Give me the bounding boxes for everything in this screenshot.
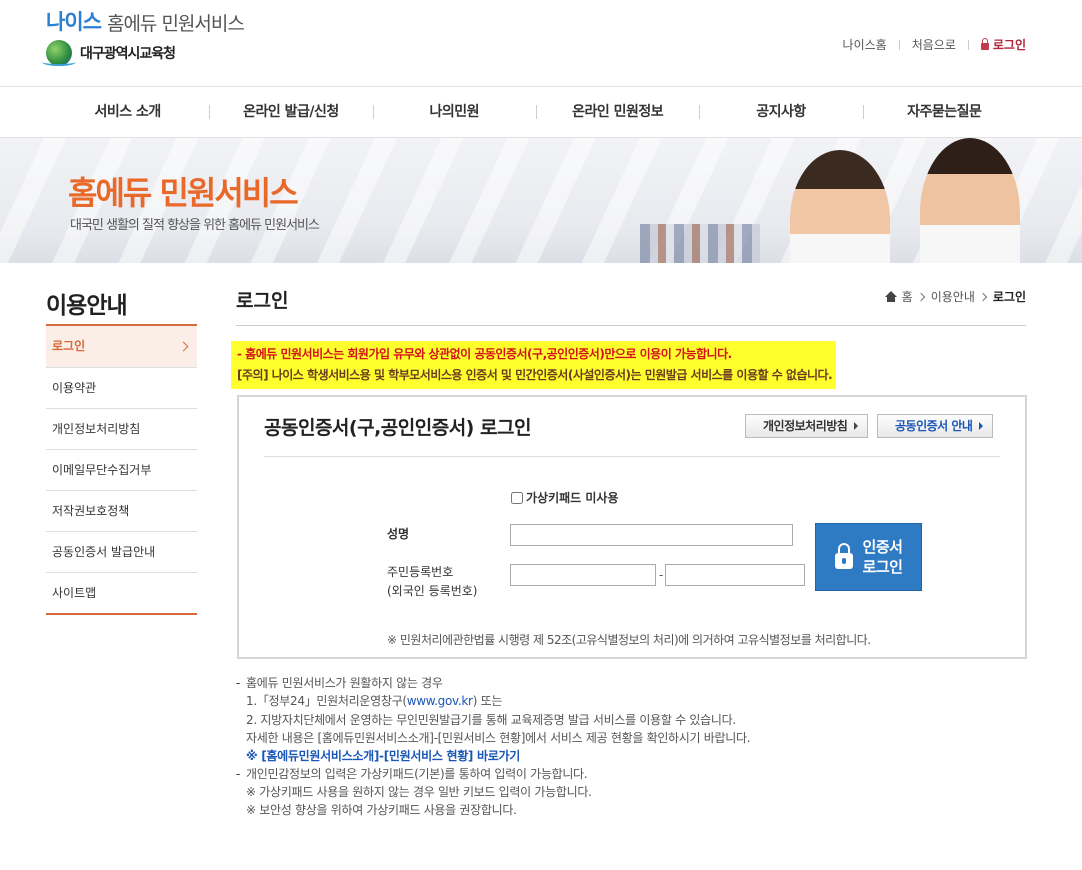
home-icon[interactable] xyxy=(884,290,897,303)
chevron-right-icon xyxy=(916,292,925,301)
list-dash: - xyxy=(236,676,241,690)
service-status-link[interactable]: ※ [홈에듀민원서비스소개]-[민원서비스 현황] 바로가기 xyxy=(236,747,750,765)
cert-login-line1: 인증서 xyxy=(862,538,903,556)
gnb-item-online-info[interactable]: 온라인 민원정보 xyxy=(535,87,699,137)
header: 나이스 홈에듀 민원서비스 대구광역시교육청 나이스홈 처음으로 로그인 xyxy=(0,0,1082,87)
cert-info-button[interactable]: 공동인증서 안내 xyxy=(877,414,994,438)
guide-item: - 개인민감정보의 입력은 가상키패드(기본)를 통하여 입력이 가능합니다. xyxy=(236,765,750,783)
notice-line-2: [주의] 나이스 학생서비스용 및 학부모서비스용 인증서 및 민간인증서(사설… xyxy=(237,368,833,382)
sidebar-item-privacy[interactable]: 개인정보처리방침 xyxy=(46,409,197,450)
name-label: 성명 xyxy=(387,527,410,541)
guide-sub1-prefix: 1.「정부24」민원처리운영창구( xyxy=(246,694,407,708)
logo-org-text: 대구광역시교육청 xyxy=(80,46,176,62)
sidebar-menu: 로그인 이용약관 개인정보처리방침 이메일무단수집거부 저작권보호정책 공동인증… xyxy=(46,324,197,615)
breadcrumb-level1[interactable]: 이용안내 xyxy=(931,288,975,305)
util-divider xyxy=(898,39,900,50)
breadcrumb-home[interactable]: 홈 xyxy=(902,288,913,305)
cert-login-button[interactable]: 인증서 로그인 xyxy=(815,523,922,591)
sidebar-title: 이용안내 xyxy=(46,293,128,319)
guide-item1-sub3: 자세한 내용은 [홈에듀민원서비스소개]-[민원서비스 현황]에서 서비스 제공… xyxy=(246,731,751,745)
gnb-item-faq[interactable]: 자주묻는질문 xyxy=(862,87,1026,137)
guide-item: - 홈에듀 민원서비스가 원활하지 않는 경우 xyxy=(236,674,750,692)
guide-item2-sub1: ※ 가상키패드 사용을 원하지 않는 경우 일반 키보드 입력이 가능합니다. xyxy=(246,785,592,799)
login-link[interactable]: 로그인 xyxy=(980,36,1026,53)
main-navigation: 서비스 소개 온라인 발급/신청 나의민원 온라인 민원정보 공지사항 자주묻는… xyxy=(46,87,1026,137)
legal-note: ※ 민원처리에관한법률 시행령 제 52조(고유식별정보의 처리)에 의거하여 … xyxy=(387,633,871,647)
guide-item1-title: 홈에듀 민원서비스가 원활하지 않는 경우 xyxy=(246,676,443,690)
hero-banner: 홈에듀 민원서비스 대국민 생활의 질적 향상을 위한 홈에듀 민원서비스 xyxy=(0,138,1082,263)
virtual-keypad-toggle[interactable]: 가상키패드 미사용 xyxy=(511,489,619,506)
virtual-keypad-checkbox[interactable] xyxy=(511,491,523,504)
guide-notes: - 홈에듀 민원서비스가 원활하지 않는 경우 1.「정부24」민원처리운영창구… xyxy=(236,674,751,819)
sidebar-item-email-refusal[interactable]: 이메일무단수집거부 xyxy=(46,450,197,491)
gov-kr-link[interactable]: www.gov.kr xyxy=(407,694,473,708)
home-link[interactable]: 처음으로 xyxy=(912,36,956,53)
util-divider xyxy=(967,39,969,50)
guide-item2-sub2: ※ 보안성 향상을 위하여 가상키패드 사용을 권장합니다. xyxy=(246,803,517,817)
page-title: 로그인 xyxy=(236,290,289,312)
sidebar-item-terms[interactable]: 이용약관 xyxy=(46,368,197,409)
name-input[interactable] xyxy=(510,524,793,546)
guide-item1-sub2: 2. 지방자치단체에서 운영하는 무인민원발급기를 통해 교육제증명 발급 서비… xyxy=(246,713,736,727)
site-logo[interactable]: 나이스 홈에듀 민원서비스 대구광역시교육청 xyxy=(42,6,245,66)
title-divider xyxy=(236,325,1026,326)
logo-neis-text: 나이스 xyxy=(46,10,102,34)
notice-line-1: - 홈에듀 민원서비스는 회원가입 유무와 상관없이 공동인증서(구,공인인증서… xyxy=(237,347,732,361)
sidebar-item-cert-guide[interactable]: 공동인증서 발급안내 xyxy=(46,532,197,573)
list-dash: - xyxy=(236,767,241,781)
guide-sub1-suffix: ) 또는 xyxy=(472,694,503,708)
globe-icon xyxy=(42,40,76,66)
cert-login-button-label: 인증서 로그인 xyxy=(863,537,903,577)
virtual-keypad-label: 가상키패드 미사용 xyxy=(526,491,619,505)
login-link-label: 로그인 xyxy=(992,38,1026,52)
banner-title: 홈에듀 민원서비스 xyxy=(68,174,299,212)
chevron-right-icon xyxy=(978,292,988,301)
sidebar-item-copyright[interactable]: 저작권보호정책 xyxy=(46,491,197,532)
cert-login-line2: 로그인 xyxy=(862,558,903,576)
sidebar-item-login[interactable]: 로그인 xyxy=(46,326,197,368)
lock-icon xyxy=(834,543,853,569)
sidebar-item-sitemap[interactable]: 사이트맵 xyxy=(46,573,197,613)
rrn-label-line2: (외국인 등록번호) xyxy=(387,584,478,598)
rrn-front-input[interactable] xyxy=(510,564,656,586)
login-box-title: 공동인증서(구,공인인증서) 로그인 xyxy=(264,417,531,439)
breadcrumb-current: 로그인 xyxy=(992,290,1026,304)
breadcrumb: 홈 이용안내 로그인 xyxy=(884,288,1026,305)
gnb-item-notice[interactable]: 공지사항 xyxy=(699,87,862,137)
guide-item2-title: 개인민감정보의 입력은 가상키패드(기본)를 통하여 입력이 가능합니다. xyxy=(246,767,588,781)
rrn-label: 주민등록번호 (외국인 등록번호) xyxy=(387,563,477,601)
banner-subtitle: 대국민 생활의 질적 향상을 위한 홈에듀 민원서비스 xyxy=(70,218,320,233)
login-box-divider xyxy=(264,456,1000,457)
rrn-label-line1: 주민등록번호 xyxy=(387,565,454,579)
gnb-item-my-civil[interactable]: 나의민원 xyxy=(372,87,536,137)
privacy-policy-button[interactable]: 개인정보처리방침 xyxy=(745,414,869,438)
gnb-item-service-intro[interactable]: 서비스 소개 xyxy=(46,87,209,137)
lock-icon xyxy=(980,38,989,50)
gnb-item-online-issue[interactable]: 온라인 발급/신청 xyxy=(209,87,372,137)
utility-menu: 나이스홈 처음으로 로그인 xyxy=(843,36,1026,53)
cert-login-box: 공동인증서(구,공인인증서) 로그인 개인정보처리방침 공동인증서 안내 가상키… xyxy=(237,395,1027,659)
logo-service-text: 홈에듀 민원서비스 xyxy=(106,13,245,35)
banner-books-image xyxy=(640,224,760,263)
rrn-dash: - xyxy=(659,568,664,582)
rrn-back-input[interactable] xyxy=(665,564,805,586)
notice-banner: - 홈에듀 민원서비스는 회원가입 유무와 상관없이 공동인증서(구,공인인증서… xyxy=(231,341,837,389)
neis-home-link[interactable]: 나이스홈 xyxy=(843,36,887,53)
guide-item1-sub1: 1.「정부24」민원처리운영창구(www.gov.kr) 또는 xyxy=(236,692,750,710)
